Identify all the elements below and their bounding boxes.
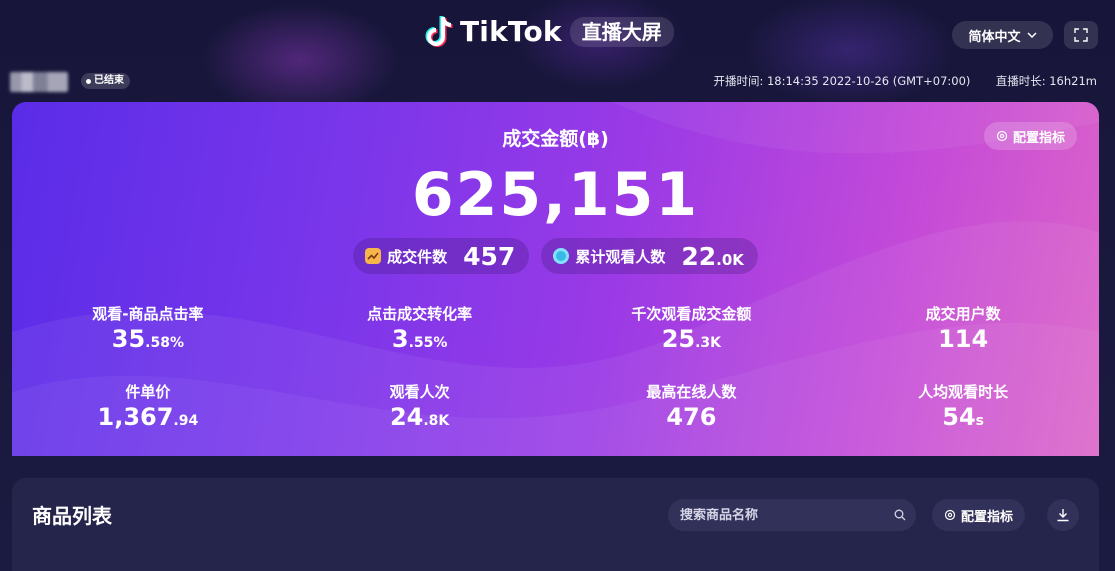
- metric-value: 1,367.94: [97, 403, 199, 431]
- product-search[interactable]: [668, 499, 916, 531]
- metric-label: 千次观看成交金额: [631, 305, 752, 323]
- duration-label: 直播时长:: [995, 74, 1046, 88]
- config-metrics-label: 配置指标: [1012, 130, 1065, 146]
- metric-label: 最高在线人数: [646, 383, 737, 401]
- metric-label: 观看人次: [389, 383, 450, 401]
- tiktok-note-icon: [425, 15, 453, 47]
- viewers-label: 累计观看人数: [575, 247, 666, 266]
- product-config-metrics-button[interactable]: 配置指标: [932, 499, 1026, 531]
- metric-value: 3.55%: [391, 325, 448, 353]
- metric-label: 件单价: [125, 383, 171, 401]
- fullscreen-icon: [1074, 28, 1088, 42]
- trend-chart-icon: [365, 248, 382, 264]
- live-info-bar: 已结束 开播时间: 18:14:35 2022-10-26 (GMT+07:00…: [0, 66, 1115, 96]
- metric-avg-watch-time: 人均观看时长 54s: [827, 382, 1099, 436]
- metrics-grid: 观看-商品点击率 35.58% 点击成交转化率 3.55% 千次观看成交金额 2…: [12, 304, 1099, 436]
- duration-value: 16h21m: [1049, 74, 1097, 88]
- metric-conversion-rate: 点击成交转化率 3.55%: [284, 304, 556, 358]
- start-time-value: 18:14:35 2022-10-26 (GMT+07:00): [766, 74, 971, 88]
- status-dot-icon: [86, 78, 91, 84]
- top-header: TikTok 直播大屏 简体中文: [0, 0, 1115, 66]
- gmv-hero-panel: 成交金额(฿) 配置指标 625,151 成交件数 457 累计观看人数 22.…: [12, 102, 1099, 456]
- viewers-value: 22.0K: [681, 241, 744, 271]
- orders-pill: 成交件数 457: [353, 238, 530, 274]
- product-config-metrics-label: 配置指标: [961, 509, 1014, 525]
- metric-gpm: 千次观看成交金额 25.3K: [556, 304, 828, 358]
- brand-name: TikTok: [460, 15, 562, 48]
- orders-label: 成交件数: [387, 247, 448, 266]
- metric-value: 476: [666, 403, 717, 431]
- language-select[interactable]: 简体中文: [952, 21, 1053, 49]
- tiktok-logo: TikTok 直播大屏: [424, 14, 674, 50]
- metric-ctr: 观看-商品点击率 35.58%: [12, 304, 284, 358]
- viewers-pill: 累计观看人数 22.0K: [541, 238, 758, 274]
- summary-pills: 成交件数 457 累计观看人数 22.0K: [12, 238, 1099, 274]
- download-button[interactable]: [1047, 499, 1079, 531]
- metric-views: 观看人次 24.8K: [284, 382, 556, 436]
- metric-value: 54s: [942, 403, 984, 431]
- metric-value: 25.3K: [661, 325, 722, 353]
- status-text: 已结束: [94, 75, 124, 86]
- fullscreen-button[interactable]: [1064, 21, 1098, 49]
- config-metrics-button[interactable]: 配置指标: [983, 122, 1077, 150]
- metric-peak-online: 最高在线人数 476: [556, 382, 828, 436]
- metric-value: 35.58%: [111, 325, 184, 353]
- metric-value: 24.8K: [389, 403, 450, 431]
- metric-unit-price: 件单价 1,367.94: [12, 382, 284, 436]
- gmv-value: 625,151: [411, 160, 700, 230]
- language-label: 简体中文: [968, 29, 1021, 45]
- product-list-panel: 商品列表 配置指标: [12, 478, 1099, 571]
- screen-name-badge: 直播大屏: [569, 17, 674, 47]
- metric-label: 成交用户数: [925, 305, 1001, 323]
- metric-label: 点击成交转化率: [367, 305, 473, 323]
- metric-buyers: 成交用户数 114: [827, 304, 1099, 358]
- status-badge: 已结束: [81, 73, 130, 89]
- metric-value: 114: [938, 325, 989, 353]
- search-icon[interactable]: [894, 509, 906, 521]
- gear-icon: [996, 130, 1008, 142]
- start-time-label: 开播时间:: [713, 74, 764, 88]
- product-list-title: 商品列表: [32, 504, 112, 528]
- metric-label: 观看-商品点击率: [92, 305, 204, 323]
- metric-label: 人均观看时长: [918, 383, 1009, 401]
- orders-value: 457: [463, 241, 516, 271]
- avatar: [10, 72, 68, 92]
- chevron-down-icon: [1026, 32, 1037, 38]
- product-search-input[interactable]: [680, 507, 880, 523]
- live-timing: 开播时间: 18:14:35 2022-10-26 (GMT+07:00) 直播…: [713, 73, 1097, 89]
- eye-icon: [553, 248, 570, 264]
- download-icon: [1057, 509, 1069, 522]
- gear-icon: [944, 509, 956, 521]
- gmv-title: 成交金额(฿): [502, 128, 609, 150]
